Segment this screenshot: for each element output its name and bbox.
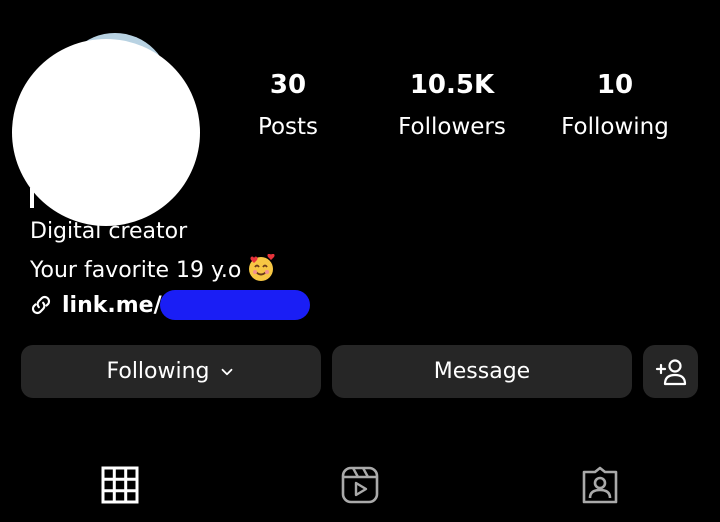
add-person-icon bbox=[655, 358, 686, 385]
following-stat[interactable]: 10 Following bbox=[550, 68, 680, 144]
profile-category: Digital creator bbox=[30, 219, 188, 244]
bio-text: Your favorite 19 y.o bbox=[30, 258, 242, 283]
link-redaction bbox=[159, 290, 310, 320]
message-button-label: Message bbox=[433, 359, 531, 384]
link-text[interactable]: link.me/ bbox=[62, 293, 162, 318]
followers-count: 10.5K bbox=[409, 70, 495, 100]
followers-stat[interactable]: 10.5K Followers bbox=[382, 68, 522, 144]
avatar-redaction bbox=[12, 39, 200, 226]
chevron-down-icon bbox=[221, 368, 232, 375]
suggested-people-button[interactable] bbox=[643, 345, 698, 398]
following-count: 10 bbox=[596, 70, 634, 100]
profile-avatar[interactable] bbox=[12, 33, 200, 226]
posts-count: 30 bbox=[269, 70, 307, 100]
message-button[interactable]: Message bbox=[332, 345, 632, 398]
smiling-face-with-hearts-emoji bbox=[249, 254, 275, 281]
following-button[interactable]: Following bbox=[21, 345, 321, 398]
following-label: Following bbox=[561, 114, 669, 140]
profile-bio: Your favorite 19 y.o bbox=[30, 254, 275, 285]
reels-icon[interactable] bbox=[340, 465, 380, 505]
profile-link[interactable]: link.me/ bbox=[28, 290, 310, 320]
link-icon bbox=[31, 295, 51, 315]
profile-name-redacted bbox=[30, 188, 34, 208]
following-button-label: Following bbox=[106, 359, 210, 384]
tagged-icon[interactable] bbox=[580, 465, 620, 505]
grid-icon[interactable] bbox=[100, 465, 140, 505]
posts-label: Posts bbox=[257, 114, 319, 140]
posts-stat[interactable]: 30 Posts bbox=[238, 68, 338, 144]
followers-label: Followers bbox=[398, 114, 506, 140]
